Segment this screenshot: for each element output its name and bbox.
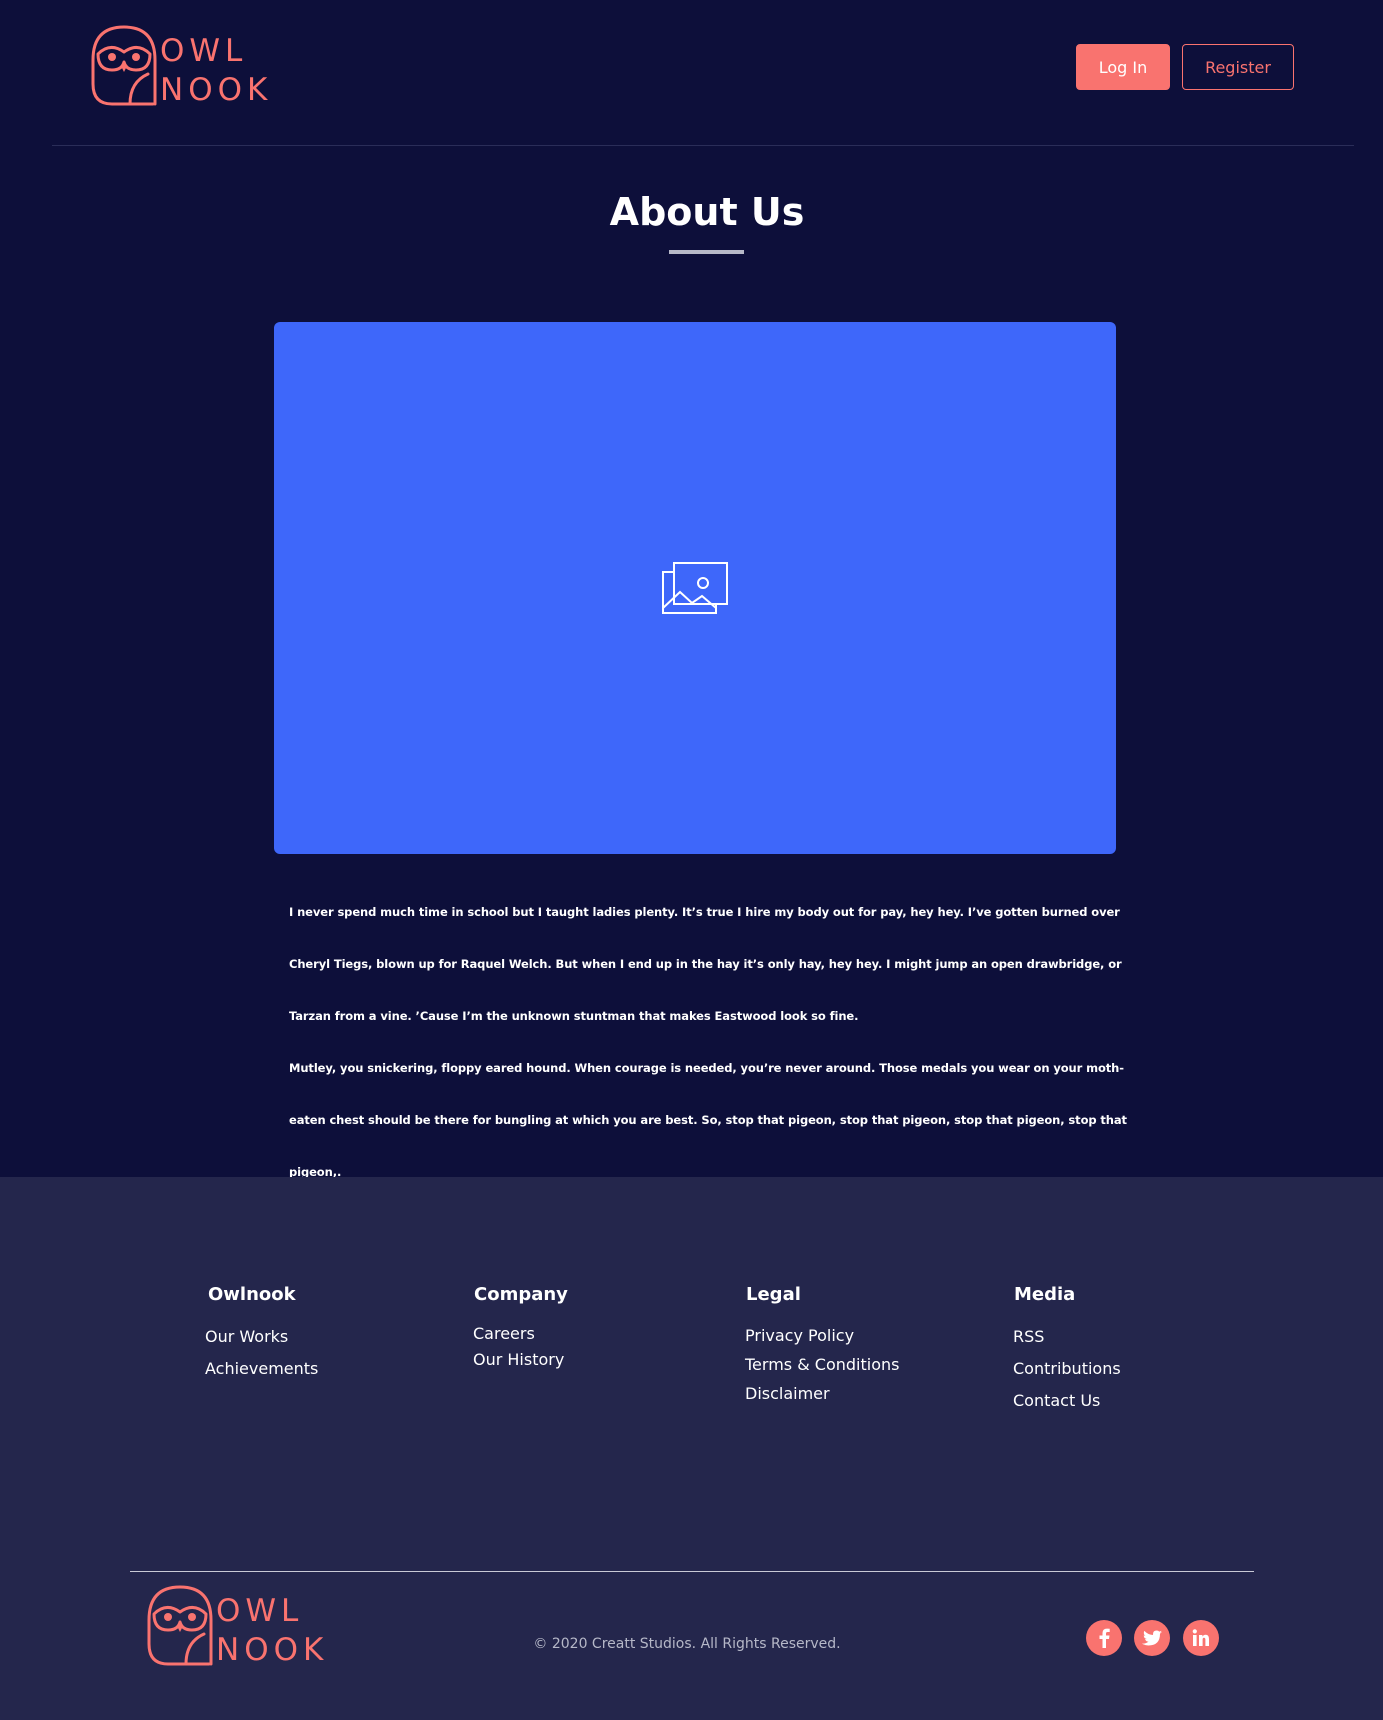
owl-nook-footer-logo[interactable]: OWL NOOK — [146, 1584, 336, 1670]
facebook-icon[interactable] — [1086, 1620, 1122, 1656]
footer-heading: Owlnook — [208, 1284, 296, 1305]
svg-text:NOOK: NOOK — [216, 1632, 328, 1668]
header-divider — [52, 145, 1354, 146]
footer-link-our-works[interactable]: Our Works — [205, 1321, 318, 1353]
copyright-text: © 2020 Creatt Studios. All Rights Reserv… — [533, 1636, 841, 1652]
footer-column-owlnook: Owlnook Our Works Achievements — [205, 1284, 318, 1385]
footer-column-company: Company Careers Our History — [473, 1284, 568, 1373]
hero-image — [274, 322, 1116, 854]
twitter-icon[interactable] — [1134, 1620, 1170, 1656]
footer-link-privacy-policy[interactable]: Privacy Policy — [745, 1321, 899, 1350]
svg-text:OWL: OWL — [160, 33, 247, 69]
about-paragraph-1: I never spend much time in school but I … — [289, 905, 1122, 1023]
footer-link-terms-conditions[interactable]: Terms & Conditions — [745, 1350, 899, 1379]
owl-nook-logo[interactable]: OWL NOOK — [90, 24, 280, 110]
title-underline — [669, 250, 744, 254]
footer-link-our-history[interactable]: Our History — [473, 1347, 567, 1373]
footer-link-careers[interactable]: Careers — [473, 1321, 567, 1347]
footer-link-disclaimer[interactable]: Disclaimer — [745, 1379, 899, 1408]
image-placeholder-icon — [662, 562, 728, 614]
footer-link-contact-us[interactable]: Contact Us — [1013, 1385, 1121, 1417]
site-footer: Owlnook Our Works Achievements Company C… — [0, 1177, 1383, 1720]
about-paragraph-2: Mutley, you snickering, floppy eared hou… — [289, 1061, 1127, 1179]
footer-heading: Media — [1014, 1284, 1076, 1305]
footer-link-rss[interactable]: RSS — [1013, 1321, 1121, 1353]
footer-heading: Legal — [746, 1284, 801, 1305]
login-button[interactable]: Log In — [1076, 44, 1170, 90]
svg-text:OWL: OWL — [216, 1593, 303, 1629]
footer-link-achievements[interactable]: Achievements — [205, 1353, 318, 1385]
svg-text:NOOK: NOOK — [160, 72, 272, 108]
footer-heading: Company — [474, 1284, 568, 1305]
footer-column-media: Media RSS Contributions Contact Us — [1013, 1284, 1121, 1417]
page-title: About Us — [609, 190, 805, 234]
linkedin-icon[interactable] — [1183, 1620, 1219, 1656]
footer-column-legal: Legal Privacy Policy Terms & Conditions … — [745, 1284, 899, 1408]
about-text: I never spend much time in school but I … — [289, 886, 1129, 1198]
site-header: OWL NOOK Log In Register — [0, 0, 1383, 146]
footer-link-contributions[interactable]: Contributions — [1013, 1353, 1121, 1385]
footer-divider — [130, 1571, 1254, 1572]
register-button[interactable]: Register — [1182, 44, 1294, 90]
